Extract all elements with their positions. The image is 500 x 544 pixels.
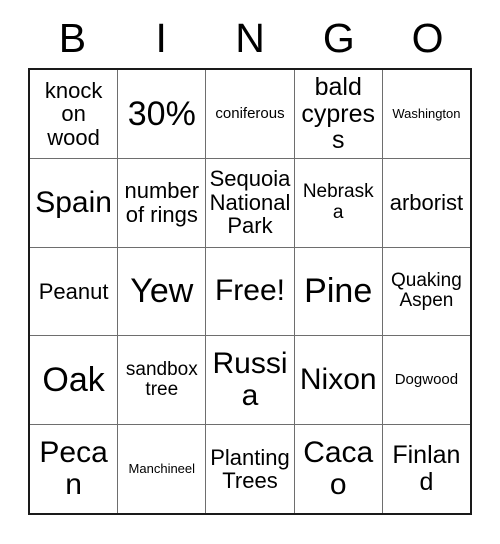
bingo-cell-o1[interactable]: Washington <box>383 70 470 158</box>
table-row: Oak sandbox tree Russia Nixon Dogwood <box>30 336 470 426</box>
bingo-cell-label: coniferous <box>215 104 285 122</box>
bingo-cell-label: Nebraska <box>302 181 374 223</box>
bingo-cell-label: Sequoia National Park <box>209 166 291 239</box>
table-row: Pecan Manchineel Planting Trees Cacao Fi… <box>30 425 470 513</box>
bingo-cell-label: Pine <box>304 272 373 311</box>
bingo-cell-o5[interactable]: Finland <box>383 425 470 513</box>
bingo-cell-i2[interactable]: number of rings <box>118 158 207 247</box>
bingo-cell-label: Manchineel <box>128 461 196 477</box>
bingo-cell-label: Russia <box>212 347 288 413</box>
bingo-card: B I N G O knock on wood 30% coniferous b… <box>0 0 500 544</box>
bingo-cell-label: Finland <box>392 441 461 497</box>
bingo-cell-g5[interactable]: Cacao <box>295 425 383 513</box>
header-letter-b: B <box>58 14 87 61</box>
bingo-cell-i4[interactable]: sandbox tree <box>118 336 207 425</box>
bingo-cell-o2[interactable]: arborist <box>383 159 470 247</box>
bingo-cell-g2[interactable]: Nebraska <box>295 158 383 247</box>
bingo-cell-label: number of rings <box>124 178 200 227</box>
bingo-cell-b2[interactable]: Spain <box>30 158 119 247</box>
bingo-cell-i3[interactable]: Yew <box>118 247 207 336</box>
table-row: knock on wood 30% coniferous bald cypres… <box>30 70 470 159</box>
bingo-cell-label: Spain <box>35 185 112 219</box>
header-letter-n: N <box>235 14 265 61</box>
bingo-cell-n2[interactable]: Sequoia National Park <box>206 158 295 247</box>
bingo-cell-label: sandbox tree <box>125 358 198 401</box>
bingo-cell-label: Quaking Aspen <box>391 270 462 312</box>
bingo-cell-n4[interactable]: Russia <box>206 336 295 425</box>
bingo-cell-i1[interactable]: 30% <box>118 70 207 158</box>
bingo-cell-i5[interactable]: Manchineel <box>118 425 207 513</box>
bingo-cell-b5[interactable]: Pecan <box>30 425 119 513</box>
bingo-cell-free-space[interactable]: Free! <box>206 247 295 336</box>
bingo-cell-g1[interactable]: bald cypress <box>295 70 383 158</box>
bingo-cell-label: Pecan <box>39 435 108 502</box>
free-space-label: Free! <box>214 274 286 308</box>
bingo-cell-b4[interactable]: Oak <box>30 336 119 425</box>
bingo-cell-n1[interactable]: coniferous <box>206 70 295 158</box>
bingo-cell-label: Dogwood <box>394 371 459 389</box>
bingo-cell-label: Nixon <box>299 363 377 397</box>
bingo-cell-label: 30% <box>127 94 196 133</box>
bingo-cell-o3[interactable]: Quaking Aspen <box>383 248 470 336</box>
bingo-cell-g3[interactable]: Pine <box>295 247 383 336</box>
header-letter-o: O <box>411 14 444 61</box>
bingo-cell-label: bald cypress <box>301 72 376 155</box>
header-letter-g: G <box>322 14 355 61</box>
bingo-cell-b1[interactable]: knock on wood <box>30 70 119 158</box>
header-letter-i: I <box>155 14 167 61</box>
bingo-cell-g4[interactable]: Nixon <box>295 336 383 425</box>
bingo-cell-label: Peanut <box>38 278 109 304</box>
table-row: Spain number of rings Sequoia National P… <box>30 158 470 248</box>
bingo-grid: knock on wood 30% coniferous bald cypres… <box>28 68 472 515</box>
bingo-cell-n5[interactable]: Planting Trees <box>206 425 295 513</box>
bingo-cell-o4[interactable]: Dogwood <box>383 336 470 424</box>
bingo-header-row: B I N G O <box>28 8 472 68</box>
bingo-cell-label: arborist <box>389 189 464 215</box>
bingo-cell-label: Oak <box>42 361 105 400</box>
bingo-cell-label: Planting Trees <box>210 444 290 494</box>
bingo-cell-label: Washington <box>392 105 461 121</box>
table-row: Peanut Yew Free! Pine Quaking Aspen <box>30 247 470 337</box>
bingo-cell-label: Yew <box>130 272 194 311</box>
bingo-cell-label: knock on wood <box>44 77 103 150</box>
bingo-cell-b3[interactable]: Peanut <box>30 247 119 336</box>
bingo-cell-label: Cacao <box>303 435 374 502</box>
